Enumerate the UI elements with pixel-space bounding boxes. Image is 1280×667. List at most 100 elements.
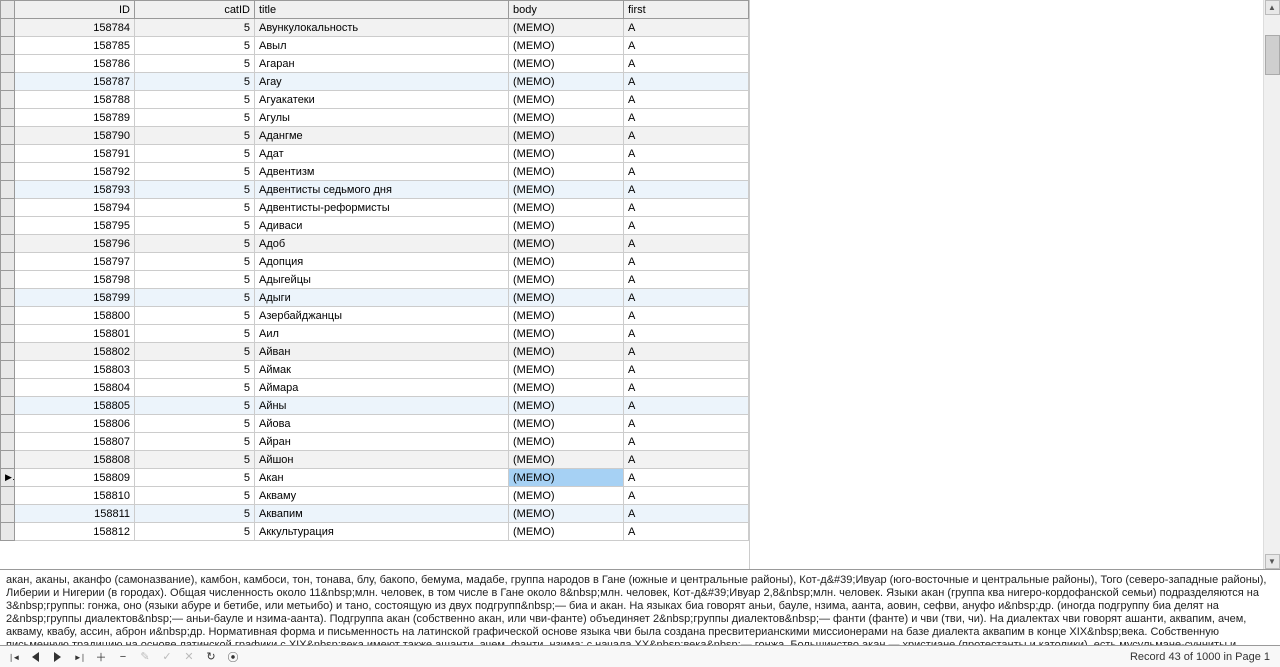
nav-next-button[interactable] — [48, 649, 66, 665]
nav-cancel-button[interactable]: ✕ — [180, 649, 198, 665]
scrollbar-thumb[interactable] — [1265, 35, 1280, 75]
table-row[interactable]: 1587845Авункулокальность(MEMO)А — [1, 19, 749, 37]
cell-title[interactable]: Агау — [255, 73, 509, 91]
cell-cat[interactable]: 5 — [135, 271, 255, 289]
cell-cat[interactable]: 5 — [135, 487, 255, 505]
table-row[interactable]: 1587945Адвентисты-реформисты(MEMO)А — [1, 199, 749, 217]
cell-body[interactable]: (MEMO) — [509, 91, 624, 109]
cell-first[interactable]: А — [624, 127, 749, 145]
table-row[interactable]: ▶1588095Акан(MEMO)А — [1, 469, 749, 487]
cell-body[interactable]: (MEMO) — [509, 253, 624, 271]
cell-id[interactable]: 158804 — [15, 379, 135, 397]
table-row[interactable]: 1587895Агулы(MEMO)А — [1, 109, 749, 127]
cell-body[interactable]: (MEMO) — [509, 199, 624, 217]
cell-title[interactable]: Адыгейцы — [255, 271, 509, 289]
nav-insert-button[interactable]: ＋ — [92, 649, 110, 665]
cell-body[interactable]: (MEMO) — [509, 271, 624, 289]
row-selector[interactable] — [1, 163, 15, 181]
row-selector[interactable] — [1, 217, 15, 235]
cell-title[interactable]: Адвентисты седьмого дня — [255, 181, 509, 199]
row-selector[interactable] — [1, 487, 15, 505]
cell-cat[interactable]: 5 — [135, 235, 255, 253]
cell-first[interactable]: А — [624, 37, 749, 55]
row-selector[interactable] — [1, 505, 15, 523]
cell-title[interactable]: Айны — [255, 397, 509, 415]
cell-body[interactable]: (MEMO) — [509, 487, 624, 505]
cell-first[interactable]: А — [624, 145, 749, 163]
cell-cat[interactable]: 5 — [135, 325, 255, 343]
cell-title[interactable]: Адангме — [255, 127, 509, 145]
cell-title[interactable]: Агуакатеки — [255, 91, 509, 109]
cell-id[interactable]: 158796 — [15, 235, 135, 253]
table-row[interactable]: 1587965Адоб(MEMO)А — [1, 235, 749, 253]
cell-first[interactable]: А — [624, 55, 749, 73]
table-row[interactable]: 1587865Агаран(MEMO)А — [1, 55, 749, 73]
table-row[interactable]: 1588025Айван(MEMO)А — [1, 343, 749, 361]
table-row[interactable]: 1588085Айшон(MEMO)А — [1, 451, 749, 469]
cell-title[interactable]: Айран — [255, 433, 509, 451]
cell-first[interactable]: А — [624, 415, 749, 433]
cell-id[interactable]: 158810 — [15, 487, 135, 505]
cell-first[interactable]: А — [624, 271, 749, 289]
cell-first[interactable]: А — [624, 73, 749, 91]
cell-id[interactable]: 158792 — [15, 163, 135, 181]
cell-id[interactable]: 158787 — [15, 73, 135, 91]
row-selector[interactable] — [1, 361, 15, 379]
cell-first[interactable]: А — [624, 253, 749, 271]
cell-body[interactable]: (MEMO) — [509, 433, 624, 451]
cell-cat[interactable]: 5 — [135, 307, 255, 325]
nav-first-button[interactable] — [4, 649, 22, 665]
row-selector[interactable] — [1, 379, 15, 397]
cell-first[interactable]: А — [624, 343, 749, 361]
column-header-first[interactable]: first — [624, 1, 749, 19]
table-row[interactable]: 1587985Адыгейцы(MEMO)А — [1, 271, 749, 289]
table-row[interactable]: 1588105Акваму(MEMO)А — [1, 487, 749, 505]
cell-cat[interactable]: 5 — [135, 37, 255, 55]
nav-post-button[interactable]: ✓ — [158, 649, 176, 665]
row-selector[interactable] — [1, 127, 15, 145]
nav-delete-button[interactable]: − — [114, 649, 132, 665]
cell-title[interactable]: Аккультурация — [255, 523, 509, 541]
row-selector[interactable] — [1, 145, 15, 163]
nav-last-button[interactable] — [70, 649, 88, 665]
cell-cat[interactable]: 5 — [135, 523, 255, 541]
cell-first[interactable]: А — [624, 217, 749, 235]
cell-cat[interactable]: 5 — [135, 289, 255, 307]
cell-first[interactable]: А — [624, 469, 749, 487]
cell-first[interactable]: А — [624, 451, 749, 469]
cell-id[interactable]: 158807 — [15, 433, 135, 451]
cell-body[interactable]: (MEMO) — [509, 325, 624, 343]
cell-title[interactable]: Авункулокальность — [255, 19, 509, 37]
row-selector[interactable] — [1, 325, 15, 343]
table-row[interactable]: 1587935Адвентисты седьмого дня(MEMO)А — [1, 181, 749, 199]
memo-detail-pane[interactable]: акан, аканы, аканфо (самоназвание), камб… — [0, 569, 1280, 645]
cell-body[interactable]: (MEMO) — [509, 37, 624, 55]
cell-id[interactable]: 158806 — [15, 415, 135, 433]
table-row[interactable]: 1587915Адат(MEMO)А — [1, 145, 749, 163]
cell-first[interactable]: А — [624, 325, 749, 343]
cell-id[interactable]: 158784 — [15, 19, 135, 37]
column-header-body[interactable]: body — [509, 1, 624, 19]
cell-cat[interactable]: 5 — [135, 73, 255, 91]
cell-first[interactable]: А — [624, 19, 749, 37]
row-selector[interactable] — [1, 307, 15, 325]
nav-edit-button[interactable]: ✎ — [136, 649, 154, 665]
table-row[interactable]: 1588005Азербайджанцы(MEMO)А — [1, 307, 749, 325]
cell-first[interactable]: А — [624, 181, 749, 199]
cell-cat[interactable]: 5 — [135, 397, 255, 415]
cell-id[interactable]: 158788 — [15, 91, 135, 109]
cell-id[interactable]: 158809 — [15, 469, 135, 487]
cell-cat[interactable]: 5 — [135, 343, 255, 361]
cell-body[interactable]: (MEMO) — [509, 235, 624, 253]
cell-title[interactable]: Агулы — [255, 109, 509, 127]
nav-bookmark-button[interactable]: ⦿ — [224, 649, 242, 665]
scroll-down-icon[interactable]: ▼ — [1265, 554, 1280, 569]
cell-body[interactable]: (MEMO) — [509, 379, 624, 397]
cell-title[interactable]: Адвентисты-реформисты — [255, 199, 509, 217]
table-row[interactable]: 1587975Адопция(MEMO)А — [1, 253, 749, 271]
cell-body[interactable]: (MEMO) — [509, 145, 624, 163]
nav-refresh-button[interactable]: ↻ — [202, 649, 220, 665]
cell-id[interactable]: 158798 — [15, 271, 135, 289]
cell-cat[interactable]: 5 — [135, 361, 255, 379]
table-row[interactable]: 1588045Аймара(MEMO)А — [1, 379, 749, 397]
